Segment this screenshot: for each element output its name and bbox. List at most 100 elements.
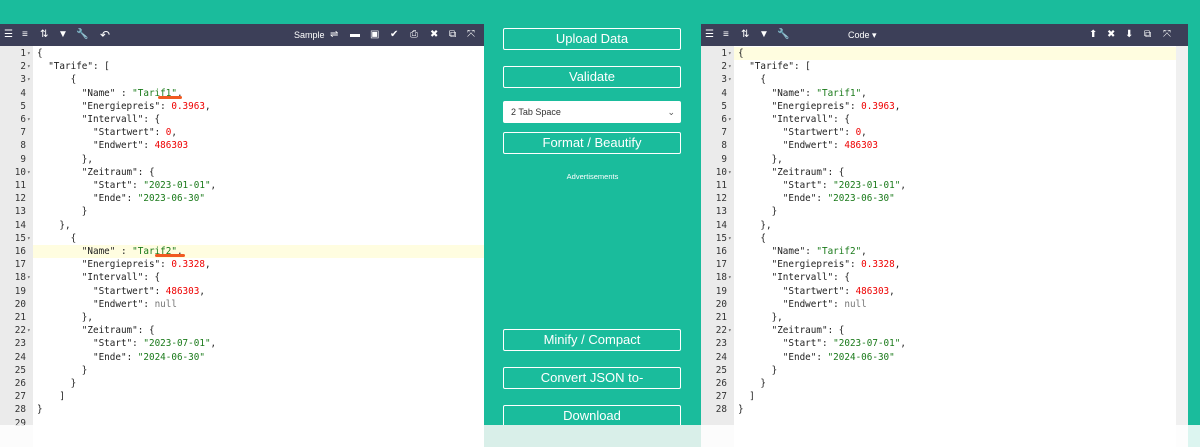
line-number: 20 — [14, 298, 26, 310]
download-icon[interactable]: ⬇ — [1125, 27, 1133, 43]
code-token: }, — [37, 153, 93, 165]
print-icon[interactable]: ⎙ — [410, 27, 418, 43]
fold-toggle-icon[interactable]: ▾ — [27, 324, 31, 337]
code-text: "Zeitraum": { — [37, 166, 155, 179]
code-text: ] — [37, 390, 65, 403]
copy-icon[interactable]: ⧉ — [1144, 27, 1151, 43]
close-icon[interactable]: ✖ — [1107, 27, 1115, 43]
fold-toggle-icon[interactable]: ▾ — [27, 166, 31, 179]
code-token: , — [210, 338, 217, 350]
code-token: , — [171, 127, 177, 139]
line-number: 12 — [715, 193, 727, 205]
fold-toggle-icon[interactable]: ▾ — [27, 113, 31, 126]
format-icon[interactable]: ☰ — [4, 27, 13, 43]
format-beautify-button[interactable]: Format / Beautify — [503, 132, 681, 154]
code-token: "2024-06-30" — [137, 351, 205, 363]
indent-select-value: 2 Tab Space — [511, 107, 561, 117]
upload-icon[interactable]: ⬆ — [1089, 27, 1097, 43]
filter-icon[interactable]: ▼ — [58, 27, 68, 43]
copy-icon[interactable]: ⧉ — [449, 27, 456, 43]
advertisements-label: Advertisements — [566, 172, 619, 181]
code-line: 23 "Start": "2023-07-01", — [701, 337, 1188, 350]
code-token: : — [816, 351, 828, 363]
fold-toggle-icon[interactable]: ▾ — [728, 232, 732, 245]
code-token: : [ — [92, 61, 110, 73]
indent-select[interactable]: 2 Tab Space ⌄ — [503, 101, 681, 123]
vertical-scrollbar[interactable] — [1176, 46, 1188, 447]
error-underline — [158, 95, 182, 99]
code-token: , — [861, 87, 867, 99]
fold-toggle-icon[interactable]: ▾ — [728, 60, 732, 73]
wrench-icon[interactable]: 🔧 — [777, 27, 789, 43]
line-number: 10 — [715, 166, 727, 178]
sort-icon[interactable]: ⇅ — [40, 27, 48, 43]
filter-icon[interactable]: ▼ — [759, 27, 769, 43]
code-text: "Name": "Tarif1", — [738, 87, 867, 100]
code-token: "2023-01-01" — [833, 180, 901, 191]
code-line: 22 ▾ "Zeitraum": { — [0, 324, 484, 337]
sort-icon[interactable]: ⇅ — [741, 27, 749, 43]
code-text: "Intervall": { — [738, 113, 850, 126]
code-line: 7 "Startwert": 0, — [0, 126, 484, 139]
fold-toggle-icon[interactable]: ▾ — [27, 47, 31, 60]
code-text: "Ende": "2023-06-30" — [37, 192, 205, 205]
code-token: "Endwert" — [92, 298, 144, 310]
share-icon[interactable]: ⇌ — [330, 27, 338, 43]
input-code-area[interactable]: 1 ▾{2 ▾ "Tarife": [3 ▾ {4 "Name" : "Tarif1"… — [0, 46, 484, 447]
compact-icon[interactable]: ≡ — [723, 27, 729, 43]
compact-icon[interactable]: ≡ — [22, 27, 28, 43]
save-icon[interactable]: ▣ — [370, 27, 379, 43]
fold-toggle-icon[interactable]: ▾ — [27, 232, 31, 245]
fold-toggle-icon[interactable]: ▾ — [728, 166, 732, 179]
fold-toggle-icon[interactable]: ▾ — [27, 271, 31, 284]
convert-json-button[interactable]: Convert JSON to- — [503, 367, 681, 389]
code-text: "Start": "2023-01-01", — [738, 179, 906, 192]
line-number: 19 — [14, 285, 26, 297]
code-token: , — [889, 285, 895, 297]
close-icon[interactable]: ✖ — [430, 27, 438, 43]
fold-toggle-icon[interactable]: ▾ — [728, 324, 732, 337]
fold-toggle-icon[interactable]: ▾ — [728, 47, 732, 60]
code-token: "2024-06-30" — [827, 351, 895, 363]
fullscreen-icon[interactable]: ⤧ — [467, 27, 475, 43]
fold-toggle-icon[interactable]: ▾ — [27, 73, 31, 86]
download-button[interactable]: Download — [503, 405, 681, 427]
code-token: "Ende" — [92, 193, 127, 205]
sample-menu[interactable]: Sample — [294, 27, 325, 43]
line-number: 28 — [14, 404, 26, 416]
output-code-area[interactable]: 1 ▾{2 ▾ "Tarife": [3 ▾ {4 "Name": "Tarif1",… — [701, 46, 1188, 447]
code-token: 0.3328 — [171, 259, 205, 271]
code-text: }, — [738, 153, 783, 166]
fold-toggle-icon[interactable]: ▾ — [728, 73, 732, 86]
fullscreen-icon[interactable]: ⤧ — [1163, 27, 1171, 43]
line-number: 2 — [721, 61, 727, 73]
check-icon[interactable]: ✔ — [390, 27, 398, 43]
code-token: "Name" — [81, 87, 116, 99]
code-view-menu[interactable]: Code ▾ — [848, 27, 877, 43]
upload-data-button[interactable]: Upload Data — [503, 28, 681, 50]
code-line: 13 } — [0, 205, 484, 218]
format-icon[interactable]: ☰ — [705, 27, 714, 43]
validate-button[interactable]: Validate — [503, 66, 681, 88]
wrench-icon[interactable]: 🔧 — [76, 27, 88, 43]
undo-icon[interactable]: ↶ — [100, 27, 110, 43]
code-line: 18 ▾ "Intervall": { — [0, 271, 484, 284]
fold-toggle-icon[interactable]: ▾ — [27, 60, 31, 73]
fold-toggle-icon[interactable]: ▾ — [728, 271, 732, 284]
line-number: 26 — [715, 378, 727, 389]
code-line: 9 }, — [0, 153, 484, 166]
code-token: : — [126, 351, 138, 363]
code-token: "Zeitraum" — [771, 325, 828, 337]
bottom-middle-strip — [484, 425, 701, 447]
folder-icon[interactable]: ▬ — [350, 27, 360, 43]
fold-toggle-icon[interactable]: ▾ — [728, 113, 732, 126]
code-token: 0.3963 — [171, 100, 205, 112]
code-token: : — [821, 180, 834, 191]
minify-compact-button[interactable]: Minify / Compact — [503, 329, 681, 351]
